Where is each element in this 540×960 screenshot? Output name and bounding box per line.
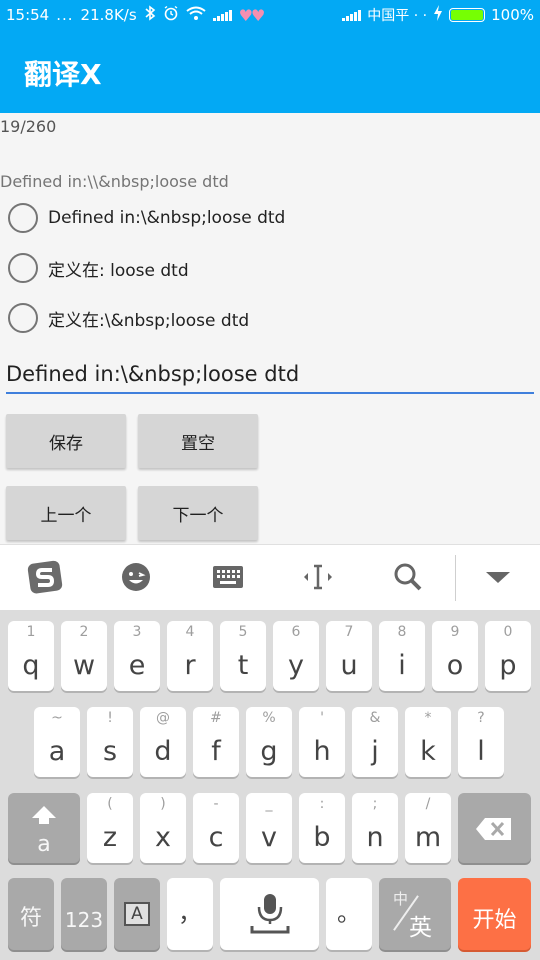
translation-input[interactable] bbox=[6, 356, 534, 394]
cursor-move-icon[interactable] bbox=[296, 555, 340, 599]
key-t[interactable]: 5t bbox=[220, 621, 266, 691]
key-k[interactable]: * k bbox=[405, 707, 451, 777]
heart-icon: ♥♥ bbox=[238, 5, 266, 25]
bluetooth-icon bbox=[144, 5, 156, 25]
option-label: 定义在:\&nbsp;loose dtd bbox=[48, 310, 250, 331]
key-v[interactable]: _ v bbox=[246, 793, 292, 863]
key-g[interactable]: % g bbox=[246, 707, 292, 777]
ime-toolbar bbox=[0, 544, 540, 610]
carrier-signal-icon bbox=[342, 9, 362, 21]
translation-option-3[interactable]: 定义在:\&nbsp;loose dtd bbox=[8, 301, 249, 335]
network-speed: 21.8K/s bbox=[80, 6, 137, 24]
carrier-name: 中国平 · · bbox=[367, 8, 428, 24]
radio-button-icon[interactable] bbox=[8, 303, 38, 333]
key-h[interactable]: ' h bbox=[299, 707, 345, 777]
translation-option-2[interactable]: 定义在: loose dtd bbox=[8, 251, 189, 285]
battery-percent: 100% bbox=[491, 6, 534, 24]
key-n[interactable]: ; n bbox=[352, 793, 398, 863]
alpha-key[interactable]: A bbox=[114, 878, 160, 950]
app-title: 翻译X bbox=[24, 58, 102, 91]
backspace-icon bbox=[475, 817, 513, 845]
alpha-box-icon: A bbox=[124, 902, 150, 926]
period-key[interactable]: 。 bbox=[326, 878, 372, 950]
charging-icon bbox=[433, 5, 443, 25]
clear-button[interactable]: 置空 bbox=[138, 414, 258, 468]
key-w[interactable]: 2w bbox=[61, 621, 107, 691]
wifi-icon bbox=[186, 6, 206, 24]
save-button[interactable]: 保存 bbox=[6, 414, 126, 468]
previous-button[interactable]: 上一个 bbox=[6, 486, 126, 540]
status-time: 15:54 bbox=[6, 6, 50, 24]
alarm-icon bbox=[163, 5, 179, 25]
shift-arrow-icon bbox=[31, 805, 57, 829]
key-u[interactable]: 7u bbox=[326, 621, 372, 691]
key-d[interactable]: @ d bbox=[140, 707, 186, 777]
key-c[interactable]: -c bbox=[193, 793, 239, 863]
next-button[interactable]: 下一个 bbox=[138, 486, 258, 540]
key-j[interactable]: & j bbox=[352, 707, 398, 777]
translation-option-1[interactable]: Defined in:\&nbsp;loose dtd bbox=[8, 201, 285, 235]
emoji-icon[interactable] bbox=[114, 555, 158, 599]
battery-icon bbox=[449, 8, 486, 22]
progress-counter: 19/260 bbox=[0, 117, 57, 136]
key-o[interactable]: 9o bbox=[432, 621, 478, 691]
search-icon[interactable] bbox=[386, 555, 430, 599]
status-dots: ... bbox=[56, 6, 74, 24]
toolbar-divider bbox=[455, 555, 456, 601]
status-bar: 15:54 ... 21.8K/s ♥♥ 中国平 · · 100% bbox=[0, 0, 540, 30]
microphone-icon bbox=[250, 892, 290, 940]
key-l[interactable]: ? l bbox=[458, 707, 504, 777]
signal-icon bbox=[212, 9, 232, 21]
radio-button-icon[interactable] bbox=[8, 253, 38, 283]
battery-fill bbox=[451, 10, 484, 20]
key-y[interactable]: 6y bbox=[273, 621, 319, 691]
start-key[interactable]: 开始 bbox=[458, 878, 531, 950]
backspace-key[interactable] bbox=[458, 793, 531, 863]
option-label: Defined in:\&nbsp;loose dtd bbox=[48, 208, 286, 228]
radio-button-icon[interactable] bbox=[8, 203, 38, 233]
option-label: 定义在: loose dtd bbox=[48, 260, 189, 281]
key-r[interactable]: 4r bbox=[167, 621, 213, 691]
key-x[interactable]: ) x bbox=[140, 793, 186, 863]
soft-keyboard: 1q 2w 3e 4r 5t 6y 7u 8i 9o 0p ~ a ! s @ d #… bbox=[0, 610, 540, 960]
source-text: Defined in:\\&nbsp;loose dtd bbox=[0, 172, 229, 191]
key-e[interactable]: 3e bbox=[114, 621, 160, 691]
screen: 15:54 ... 21.8K/s ♥♥ 中国平 · · 100% 翻译X 19… bbox=[0, 0, 540, 960]
keyboard-icon[interactable] bbox=[206, 555, 250, 599]
comma-key[interactable]: ， bbox=[167, 878, 213, 950]
key-q[interactable]: 1q bbox=[8, 621, 54, 691]
key-p[interactable]: 0p bbox=[485, 621, 531, 691]
key-f[interactable]: # f bbox=[193, 707, 239, 777]
sogou-logo-icon[interactable] bbox=[24, 555, 68, 599]
app-bar: 翻译X bbox=[0, 30, 540, 113]
key-m[interactable]: / m bbox=[405, 793, 451, 863]
number-key[interactable]: 123 bbox=[61, 878, 107, 950]
shift-key[interactable]: a bbox=[8, 793, 80, 863]
collapse-keyboard-icon[interactable] bbox=[476, 555, 520, 599]
key-s[interactable]: ! s bbox=[87, 707, 133, 777]
key-b[interactable]: :b bbox=[299, 793, 345, 863]
symbol-key[interactable]: 符 bbox=[8, 878, 54, 950]
key-z[interactable]: (z bbox=[87, 793, 133, 863]
language-switch-key[interactable]: 中 英 bbox=[379, 878, 451, 950]
key-a[interactable]: ~ a bbox=[34, 707, 80, 777]
space-voice-key[interactable] bbox=[220, 878, 319, 950]
key-i[interactable]: 8i bbox=[379, 621, 425, 691]
